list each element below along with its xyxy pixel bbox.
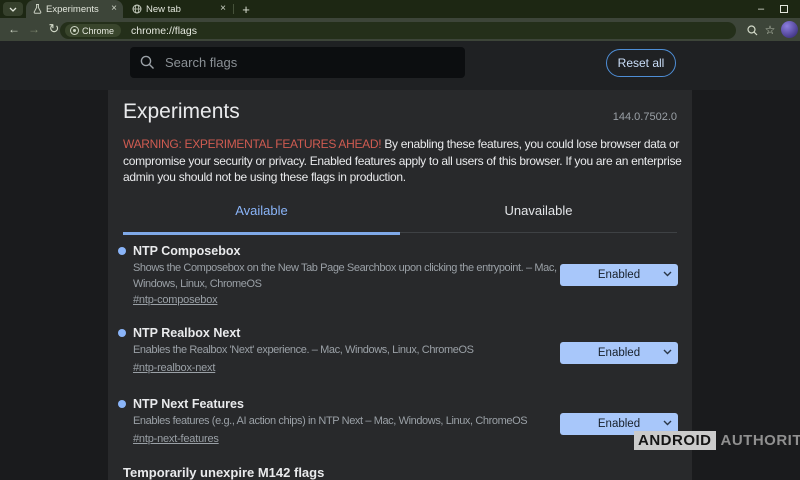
site-chip-label: Chrome bbox=[82, 26, 114, 36]
beaker-icon bbox=[32, 4, 42, 14]
tab-available[interactable]: Available bbox=[123, 203, 400, 235]
flag-description: Enables features (e.g., AI action chips)… bbox=[133, 414, 527, 430]
warning-lead: WARNING: EXPERIMENTAL FEATURES AHEAD! bbox=[123, 137, 381, 151]
flag-value: Enabled bbox=[598, 418, 640, 430]
forward-button[interactable]: → bbox=[25, 20, 43, 38]
flag-description: Enables the Realbox 'Next' experience. –… bbox=[133, 343, 474, 359]
tab-close-icon[interactable]: × bbox=[220, 4, 226, 14]
flag-value-select[interactable]: Enabled bbox=[560, 342, 678, 364]
tab-close-icon[interactable]: × bbox=[111, 4, 117, 14]
experiment-dot-icon bbox=[118, 400, 126, 408]
flag-row: NTP Composebox Shows the Composebox on t… bbox=[118, 244, 678, 316]
tab-new-tab[interactable]: New tab × bbox=[126, 0, 232, 18]
reset-all-button[interactable]: Reset all bbox=[606, 49, 676, 77]
flag-permalink[interactable]: #ntp-next-features bbox=[133, 433, 219, 445]
page-zoom-icon[interactable] bbox=[744, 22, 760, 38]
watermark-primary: ANDROID bbox=[634, 431, 716, 450]
flag-value: Enabled bbox=[598, 347, 640, 359]
tab-strip: Experiments × New tab × + – bbox=[0, 0, 800, 18]
search-icon bbox=[140, 55, 155, 70]
chevron-down-icon bbox=[663, 271, 672, 277]
profile-avatar[interactable] bbox=[781, 21, 798, 38]
experiment-dot-icon bbox=[118, 247, 126, 255]
experiment-dot-icon bbox=[118, 329, 126, 337]
maximize-icon bbox=[780, 5, 788, 13]
flag-name: NTP Composebox bbox=[133, 244, 240, 258]
warning-text: WARNING: EXPERIMENTAL FEATURES AHEAD! By… bbox=[123, 136, 683, 186]
flags-search-box[interactable] bbox=[130, 47, 465, 78]
bookmark-star-icon[interactable]: ☆ bbox=[762, 22, 778, 38]
flag-row: NTP Next Features Enables features (e.g.… bbox=[118, 397, 678, 453]
back-button[interactable]: ← bbox=[5, 20, 23, 38]
tab-experiments[interactable]: Experiments × bbox=[26, 0, 123, 18]
new-tab-button[interactable]: + bbox=[238, 1, 254, 17]
flag-name: NTP Realbox Next bbox=[133, 326, 240, 340]
window-minimize-button[interactable]: – bbox=[751, 0, 771, 18]
flag-name: NTP Next Features bbox=[133, 397, 244, 411]
address-bar[interactable]: Chrome chrome://flags bbox=[60, 22, 736, 39]
search-input[interactable] bbox=[165, 55, 455, 70]
flag-description: Shows the Composebox on the New Tab Page… bbox=[133, 261, 563, 292]
flag-value-select[interactable]: Enabled bbox=[560, 264, 678, 286]
flag-permalink[interactable]: #ntp-composebox bbox=[133, 294, 217, 306]
tab-separator bbox=[233, 4, 234, 14]
site-chip[interactable]: Chrome bbox=[65, 24, 121, 37]
chrome-logo-icon bbox=[70, 26, 79, 35]
chevron-down-icon bbox=[663, 349, 672, 355]
url-text: chrome://flags bbox=[131, 25, 197, 37]
flag-row: NTP Realbox Next Enables the Realbox 'Ne… bbox=[118, 326, 678, 382]
flag-value: Enabled bbox=[598, 269, 640, 281]
chevron-down-icon bbox=[663, 420, 672, 426]
unexpire-section-heading: Temporarily unexpire M142 flags bbox=[123, 465, 324, 480]
tab-title: New tab bbox=[146, 4, 216, 15]
browser-window: Experiments × New tab × + – ← → ↻ Chrome… bbox=[0, 0, 800, 480]
chevron-down-icon bbox=[9, 7, 17, 12]
page-title: Experiments bbox=[123, 100, 240, 124]
flag-permalink[interactable]: #ntp-realbox-next bbox=[133, 362, 215, 374]
globe-icon bbox=[132, 4, 142, 14]
tab-search-button[interactable] bbox=[3, 2, 23, 16]
watermark-secondary: AUTHORITY bbox=[721, 432, 800, 449]
version-number: 144.0.7502.0 bbox=[477, 111, 677, 123]
window-maximize-button[interactable] bbox=[774, 0, 794, 18]
tab-unavailable[interactable]: Unavailable bbox=[400, 203, 677, 233]
tab-title: Experiments bbox=[46, 4, 107, 15]
watermark: ANDROID AUTHORITY bbox=[634, 431, 800, 450]
